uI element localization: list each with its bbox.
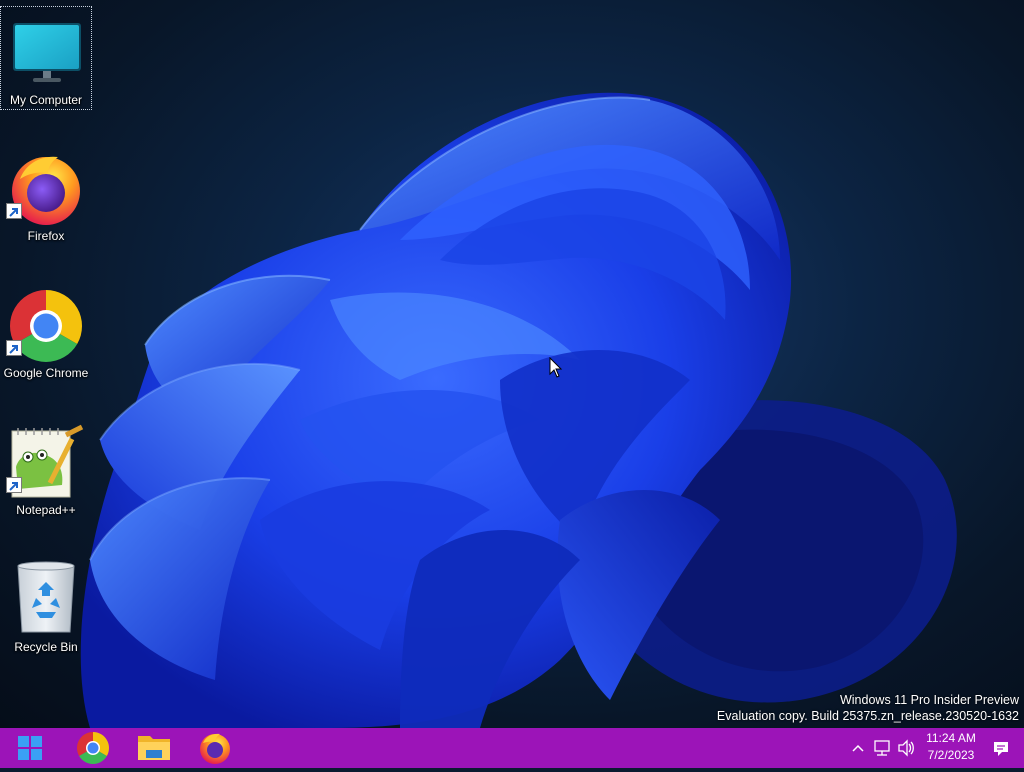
notifications-button[interactable] xyxy=(990,728,1012,768)
desktop-wallpaper xyxy=(0,0,1024,728)
shortcut-arrow-icon xyxy=(6,477,22,493)
taskbar: 11:24 AM 7/2/2023 xyxy=(0,728,1024,768)
desktop-icon-notepadpp[interactable]: Notepad++ xyxy=(0,417,92,521)
evaluation-watermark: Windows 11 Pro Insider Preview Evaluatio… xyxy=(717,692,1019,724)
desktop-icon-firefox[interactable]: Firefox xyxy=(0,143,92,247)
monitor-icon xyxy=(7,13,87,93)
wallpaper-bloom xyxy=(80,92,957,728)
network-button[interactable] xyxy=(872,728,892,768)
desktop-icon-label: Recycle Bin xyxy=(14,640,78,654)
volume-button[interactable] xyxy=(896,728,916,768)
taskbar-file-explorer-button[interactable] xyxy=(132,730,176,766)
desktop-icon-label: Notepad++ xyxy=(16,503,76,517)
notification-icon xyxy=(994,742,1008,756)
windows-start-icon xyxy=(18,736,42,760)
taskbar-chrome-button[interactable] xyxy=(71,730,115,766)
volume-icon xyxy=(898,739,914,757)
folder-icon xyxy=(138,736,170,760)
shortcut-arrow-icon xyxy=(6,340,22,356)
recycle-bin-icon xyxy=(6,560,86,640)
shortcut-arrow-icon xyxy=(6,203,22,219)
show-hidden-icons-button[interactable] xyxy=(848,728,868,768)
desktop-icon-label: My Computer xyxy=(9,93,83,107)
mouse-cursor-icon xyxy=(549,356,563,383)
desktop-icon-recycle-bin[interactable]: Recycle Bin xyxy=(0,554,92,658)
chevron-up-icon xyxy=(852,744,864,752)
clock-date: 7/2/2023 xyxy=(927,748,975,762)
desktop-icon-label: Firefox xyxy=(27,229,65,243)
taskbar-firefox-button[interactable] xyxy=(193,730,237,766)
start-button[interactable] xyxy=(8,730,52,766)
desktop-icon-label: Google Chrome xyxy=(3,366,89,380)
watermark-line-1: Windows 11 Pro Insider Preview xyxy=(839,693,1019,707)
desktop-icon-google-chrome[interactable]: Google Chrome xyxy=(0,280,92,384)
watermark-line-2: Evaluation copy. Build 25375.zn_release.… xyxy=(716,709,1019,723)
chrome-icon xyxy=(76,732,110,765)
taskbar-clock[interactable]: 11:24 AM 7/2/2023 xyxy=(916,730,986,764)
network-icon xyxy=(874,740,890,756)
clock-time: 11:24 AM xyxy=(926,731,976,745)
firefox-icon xyxy=(200,733,230,764)
desktop-icon-my-computer[interactable]: My Computer xyxy=(0,6,92,110)
